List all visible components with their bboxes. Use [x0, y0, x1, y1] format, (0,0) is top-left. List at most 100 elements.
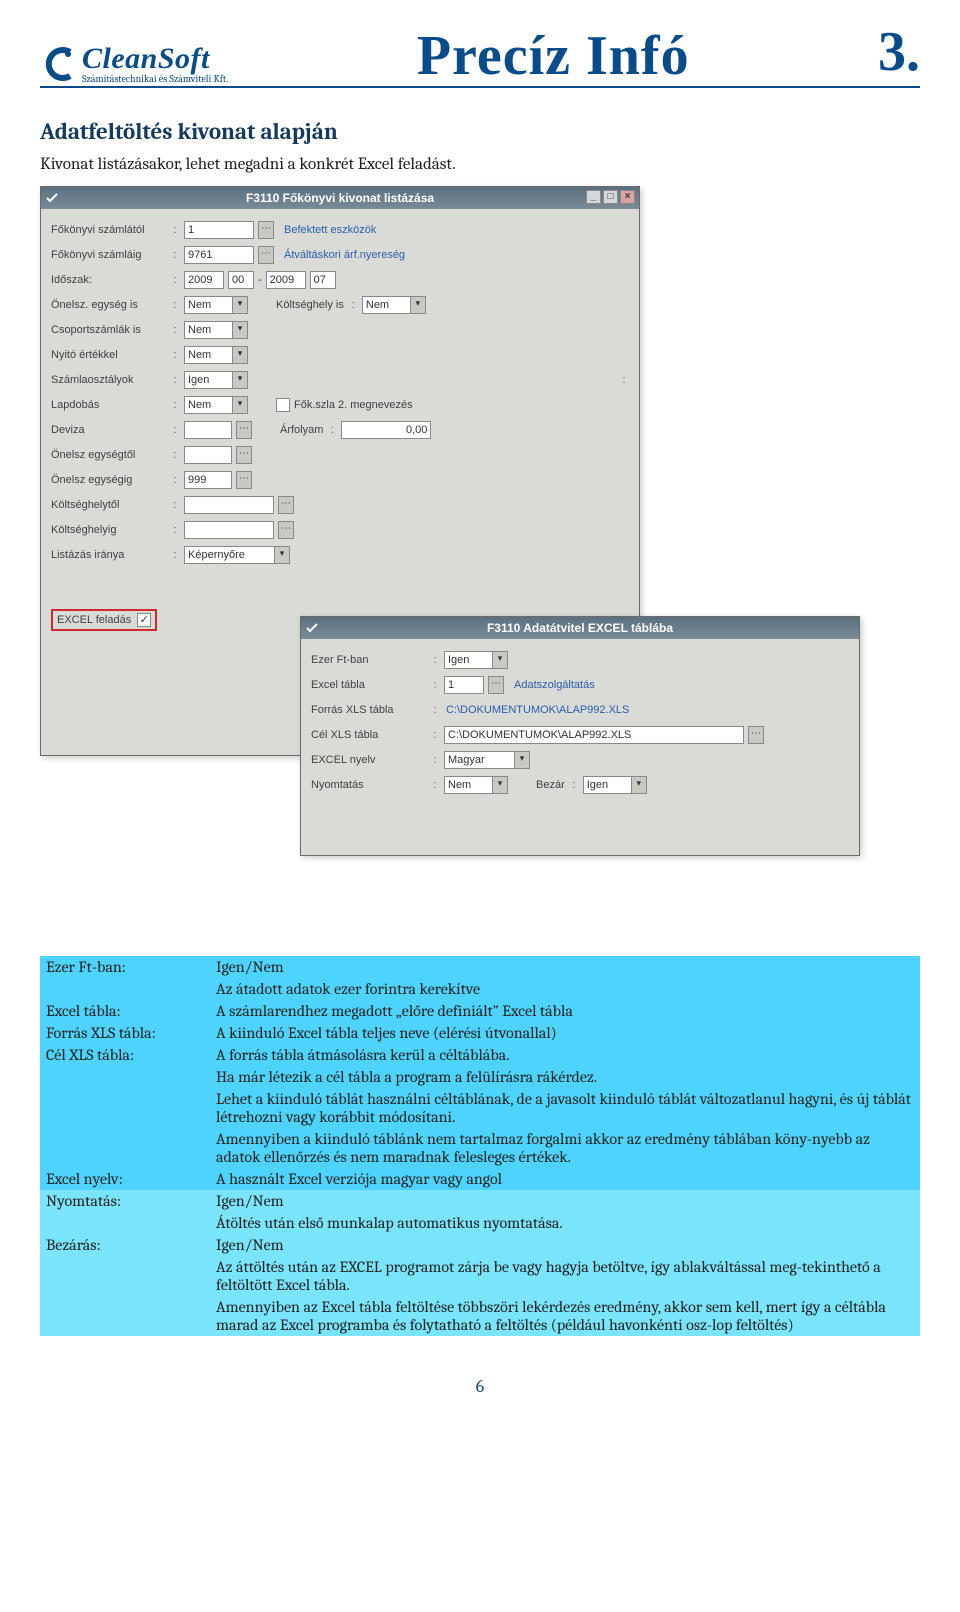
close-icon[interactable]: × — [620, 190, 635, 204]
chevron-down-icon[interactable]: ▾ — [232, 321, 248, 339]
deviza-label: Deviza — [51, 424, 166, 436]
desc-row: Bezárás:Igen/Nem — [40, 1234, 920, 1256]
arfolyam-label: Árfolyam — [280, 424, 323, 436]
ktgh-ig-lookup-button[interactable]: ⋯ — [278, 521, 294, 539]
ktgh-ig-input[interactable] — [184, 521, 274, 539]
szamlao-select[interactable]: Igen▾ — [184, 371, 248, 389]
etabla-label: Excel tábla — [311, 679, 426, 691]
window-f3110-adatatvitel: F3110 Adatátvitel EXCEL táblába Ezer Ft-… — [300, 616, 860, 856]
idoszak-m1-input[interactable]: 00 — [228, 271, 254, 289]
desc-key — [40, 1066, 210, 1088]
desc-key — [40, 1128, 210, 1168]
minimize-icon[interactable]: _ — [586, 190, 601, 204]
onelsz-tol-input[interactable] — [184, 446, 232, 464]
ktgh-tol-lookup-button[interactable]: ⋯ — [278, 496, 294, 514]
onelsz-tol-label: Önelsz egységtől — [51, 449, 166, 461]
etabla-input[interactable]: 1 — [444, 676, 484, 694]
chevron-down-icon[interactable]: ▾ — [232, 396, 248, 414]
onelsz-tol-lookup-button[interactable]: ⋯ — [236, 446, 252, 464]
desc-value: Átöltés után első munkalap automatikus n… — [210, 1212, 920, 1234]
desc-value: Igen/Nem — [210, 956, 920, 978]
ktghely-label: Költséghely is — [276, 299, 344, 311]
deviza-input[interactable] — [184, 421, 232, 439]
window1-appmark-icon — [45, 191, 59, 205]
desc-key: Cél XLS tábla: — [40, 1044, 210, 1066]
chevron-down-icon[interactable]: ▾ — [232, 296, 248, 314]
lapdobas-select[interactable]: Nem▾ — [184, 396, 248, 414]
window1-titlebar: F3110 Főkönyvi kivonat listázása _ □ × — [41, 187, 639, 209]
forras-value: C:\DOKUMENTUMOK\ALAP992.XLS — [446, 704, 629, 716]
chevron-down-icon[interactable]: ▾ — [232, 371, 248, 389]
cel-input[interactable]: C:\DOKUMENTUMOK\ALAP992.XLS — [444, 726, 744, 744]
desc-value: Amennyiben az Excel tábla feltöltése töb… — [210, 1296, 920, 1336]
nyito-label: Nyitó értékkel — [51, 349, 166, 361]
szamlatol-input[interactable]: 1 — [184, 221, 254, 239]
chevron-down-icon[interactable]: ▾ — [274, 546, 290, 564]
chevron-down-icon[interactable]: ▾ — [514, 751, 530, 769]
onelsz-ig-input[interactable]: 999 — [184, 471, 232, 489]
desc-value: A használt Excel verziója magyar vagy an… — [210, 1168, 920, 1190]
onelsz-ig-lookup-button[interactable]: ⋯ — [236, 471, 252, 489]
ktgh-tol-input[interactable] — [184, 496, 274, 514]
szamlao-label: Számlaosztályok — [51, 374, 166, 386]
szamlaig-label: Főkönyvi számláig — [51, 249, 166, 261]
nyelv-select[interactable]: Magyar▾ — [444, 751, 530, 769]
szamlaig-input[interactable]: 9761 — [184, 246, 254, 264]
desc-key: Bezárás: — [40, 1234, 210, 1256]
bezar-select[interactable]: Igen▾ — [583, 776, 647, 794]
cel-label: Cél XLS tábla — [311, 729, 426, 741]
idoszak-y2-input[interactable]: 2009 — [266, 271, 306, 289]
page-header: CleanSoft Számítástechnikai és Számvitel… — [40, 20, 920, 88]
desc-row: Lehet a kiinduló táblát használni céltáb… — [40, 1088, 920, 1128]
desc-value: Lehet a kiinduló táblát használni céltáb… — [210, 1088, 920, 1128]
idoszak-m2-input[interactable]: 07 — [310, 271, 336, 289]
szamlatol-lookup-button[interactable]: ⋯ — [258, 221, 274, 239]
excel-feladas-label: EXCEL feladás — [57, 614, 131, 626]
nyomt-select[interactable]: Nem▾ — [444, 776, 508, 794]
ktghely-select[interactable]: Nem▾ — [362, 296, 426, 314]
nyito-select[interactable]: Nem▾ — [184, 346, 248, 364]
desc-key — [40, 1256, 210, 1296]
window1-title: F3110 Főkönyvi kivonat listázása — [246, 191, 434, 205]
chevron-down-icon[interactable]: ▾ — [492, 776, 508, 794]
desc-key: Forrás XLS tábla: — [40, 1022, 210, 1044]
excel-feladas-checkbox[interactable]: ✓ — [137, 613, 151, 627]
chevron-down-icon[interactable]: ▾ — [232, 346, 248, 364]
szamlaig-lookup-button[interactable]: ⋯ — [258, 246, 274, 264]
chevron-down-icon[interactable]: ▾ — [410, 296, 426, 314]
excel-feladas-highlight: EXCEL feladás ✓ — [51, 609, 157, 631]
desc-row: Amennyiben az Excel tábla feltöltése töb… — [40, 1296, 920, 1336]
onelsz-select[interactable]: Nem▾ — [184, 296, 248, 314]
csoport-select[interactable]: Nem▾ — [184, 321, 248, 339]
desc-value: Az átadott adatok ezer forintra kerekítv… — [210, 978, 920, 1000]
desc-value: Igen/Nem — [210, 1190, 920, 1212]
idoszak-y1-input[interactable]: 2009 — [184, 271, 224, 289]
issue-number: 3. — [878, 20, 920, 84]
etabla-lookup-button[interactable]: ⋯ — [488, 676, 504, 694]
arfolyam-input[interactable]: 0,00 — [341, 421, 431, 439]
desc-value: Ha már létezik a cél tábla a program a f… — [210, 1066, 920, 1088]
chevron-down-icon[interactable]: ▾ — [492, 651, 508, 669]
logo-text: CleanSoft — [82, 44, 228, 74]
desc-row: Az átadott adatok ezer forintra kerekítv… — [40, 978, 920, 1000]
screenshot-area: F3110 Főkönyvi kivonat listázása _ □ × F… — [40, 186, 920, 926]
ktgh-tol-label: Költséghelytől — [51, 499, 166, 511]
section-intro: Kivonat listázásakor, lehet megadni a ko… — [40, 155, 920, 174]
cel-lookup-button[interactable]: ⋯ — [748, 726, 764, 744]
chevron-down-icon[interactable]: ▾ — [631, 776, 647, 794]
idoszak-label: Időszak: — [51, 274, 166, 286]
listazas-select[interactable]: Képernyőre▾ — [184, 546, 290, 564]
ktgh-ig-label: Költséghelyig — [51, 524, 166, 536]
szamlaig-hint: Átváltáskori árf.nyereség — [284, 249, 405, 261]
deviza-lookup-button[interactable]: ⋯ — [236, 421, 252, 439]
fok2-checkbox[interactable] — [276, 398, 290, 412]
onelsz-ig-label: Önelsz egységig — [51, 474, 166, 486]
desc-key: Nyomtatás: — [40, 1190, 210, 1212]
desc-value: A számlarendhez megadott „előre definiál… — [210, 1000, 920, 1022]
window2-titlebar: F3110 Adatátvitel EXCEL táblába — [301, 617, 859, 639]
maximize-icon[interactable]: □ — [603, 190, 618, 204]
ezer-select[interactable]: Igen▾ — [444, 651, 508, 669]
page-number-bottom: 6 — [40, 1376, 920, 1397]
onelsz-label: Önelsz. egység is — [51, 299, 166, 311]
szamlatol-hint: Befektett eszközök — [284, 224, 376, 236]
